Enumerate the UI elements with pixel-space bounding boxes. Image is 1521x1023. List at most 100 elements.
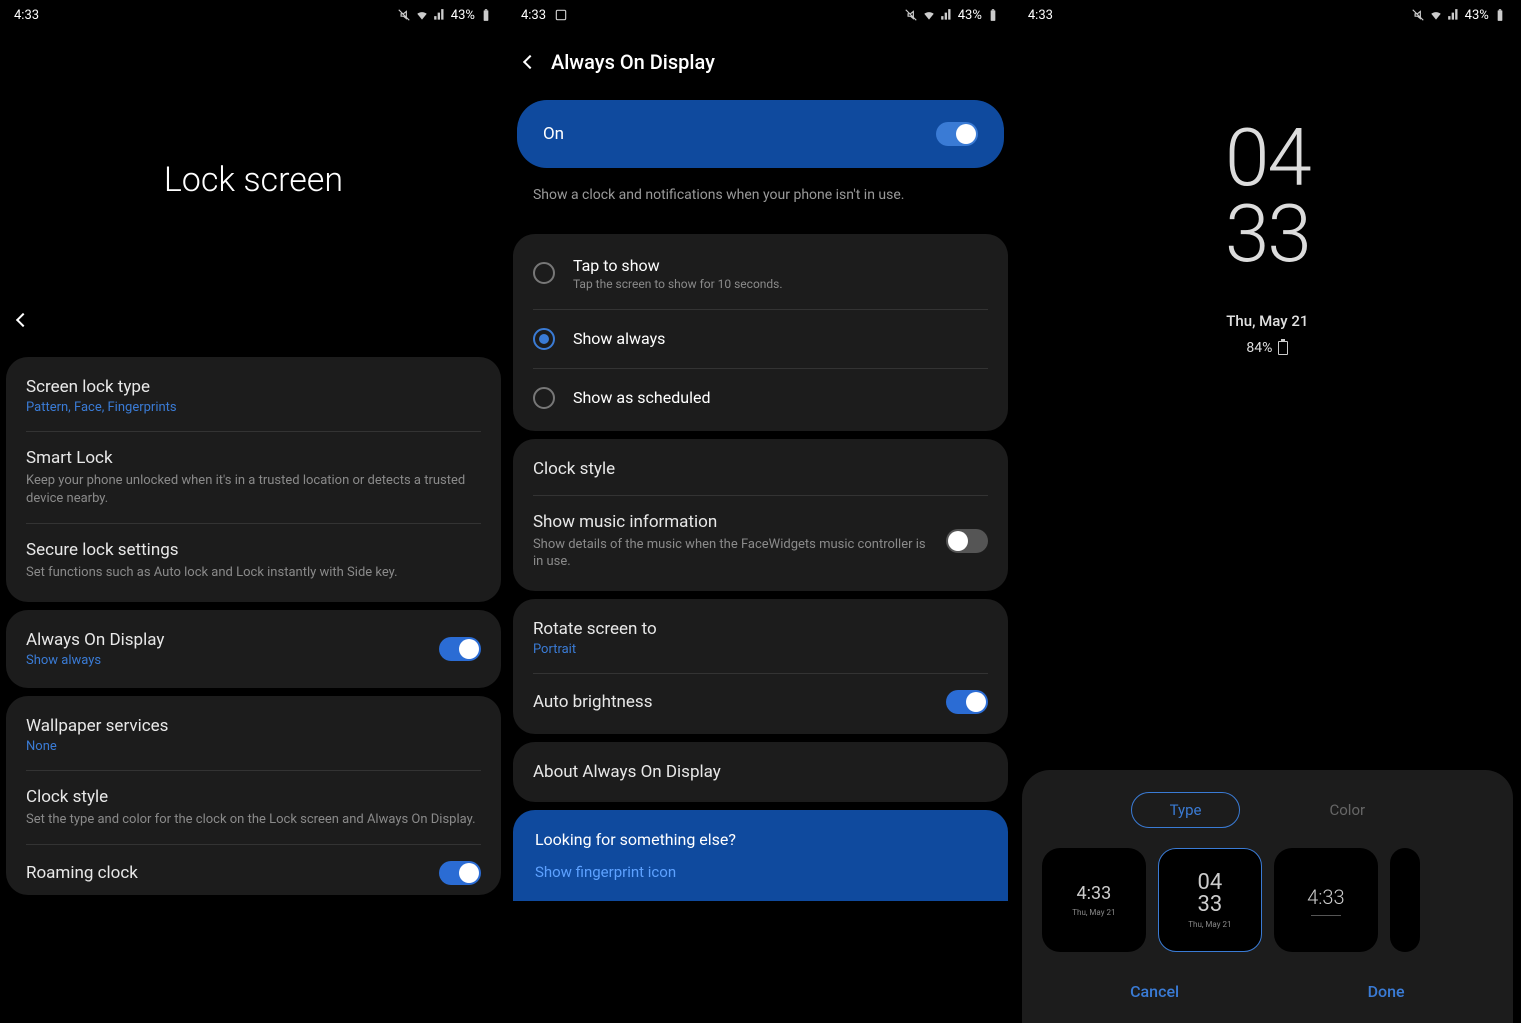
wifi-icon xyxy=(1429,8,1443,22)
settings-group-aod: Always On Display Show always xyxy=(6,610,501,688)
row-subtitle: Show details of the music when the FaceW… xyxy=(533,536,934,571)
row-title: Roaming clock xyxy=(26,863,138,883)
page-header: Always On Display xyxy=(507,30,1014,92)
radio-subtitle: Tap the screen to show for 10 seconds. xyxy=(573,277,783,291)
preview-date: Thu, May 21 xyxy=(1226,312,1308,330)
clock-style-option-3[interactable]: 4:33 xyxy=(1274,848,1378,952)
row-clock-style[interactable]: Clock style Set the type and color for t… xyxy=(6,771,501,845)
row-subtitle: Set the type and color for the clock on … xyxy=(26,811,481,829)
style-carousel[interactable]: 4:33 Thu, May 21 04 33 Thu, May 21 4:33 xyxy=(1036,848,1499,968)
row-clock-style[interactable]: Clock style xyxy=(513,443,1008,495)
settings-group-appearance: Wallpaper services None Clock style Set … xyxy=(6,696,501,896)
divider xyxy=(1311,915,1341,916)
radio-icon xyxy=(533,387,555,409)
status-time: 4:33 xyxy=(14,8,39,23)
settings-group-security: Screen lock type Pattern, Face, Fingerpr… xyxy=(6,357,501,602)
row-wallpaper-services[interactable]: Wallpaper services None xyxy=(6,700,501,770)
radio-tap-to-show[interactable]: Tap to show Tap the screen to show for 1… xyxy=(513,238,1008,309)
battery-icon xyxy=(1278,341,1288,355)
row-title: Screen lock type xyxy=(26,377,481,397)
settings-group-clock-music: Clock style Show music information Show … xyxy=(513,439,1008,591)
mute-icon xyxy=(904,8,918,22)
chevron-left-icon xyxy=(16,313,30,327)
screen-clock-style-picker: 4:33 43% 04 33 Thu, May 21 84% Type Colo… xyxy=(1014,0,1521,1023)
tile-sub: Thu, May 21 xyxy=(1188,920,1231,929)
row-title: Secure lock settings xyxy=(26,540,481,560)
row-subtitle: Show always xyxy=(26,653,164,668)
tab-color[interactable]: Color xyxy=(1290,792,1404,828)
status-battery-text: 43% xyxy=(958,8,982,23)
row-auto-brightness[interactable]: Auto brightness xyxy=(513,674,1008,730)
radio-group-display-mode: Tap to show Tap the screen to show for 1… xyxy=(513,234,1008,431)
tab-row: Type Color xyxy=(1036,792,1499,828)
tile-sub: Thu, May 21 xyxy=(1072,908,1115,917)
row-title: About Always On Display xyxy=(533,762,988,782)
settings-group-about: About Always On Display xyxy=(513,742,1008,802)
status-time: 4:33 xyxy=(521,8,546,23)
mute-icon xyxy=(1411,8,1425,22)
status-time: 4:33 xyxy=(1028,8,1053,23)
master-toggle-label: On xyxy=(543,124,564,144)
status-icons-right: 43% xyxy=(904,8,1000,23)
suggestions-card: Looking for something else? Show fingerp… xyxy=(513,810,1008,901)
row-title: Show music information xyxy=(533,512,934,532)
tile-time: 4:33 xyxy=(1307,885,1344,909)
preview-battery: 84% xyxy=(1246,340,1288,356)
signal-icon xyxy=(433,8,447,22)
radio-title: Tap to show xyxy=(573,256,783,275)
tile-time-h: 04 xyxy=(1198,872,1223,894)
row-roaming-clock[interactable]: Roaming clock xyxy=(6,845,501,891)
suggestion-link-fingerprint[interactable]: Show fingerprint icon xyxy=(535,863,986,881)
style-picker-panel: Type Color 4:33 Thu, May 21 04 33 Thu, M… xyxy=(1022,770,1513,1023)
battery-icon xyxy=(1493,8,1507,22)
master-toggle[interactable] xyxy=(936,122,978,146)
page-title: Always On Display xyxy=(551,50,715,74)
status-battery-text: 43% xyxy=(1465,8,1489,23)
screen-aod-settings: 4:33 43% Always On Display On Show a clo… xyxy=(507,0,1014,1023)
status-bar: 4:33 43% xyxy=(507,0,1014,30)
settings-group-display: Rotate screen to Portrait Auto brightnes… xyxy=(513,599,1008,734)
radio-title: Show as scheduled xyxy=(573,388,711,407)
radio-show-scheduled[interactable]: Show as scheduled xyxy=(513,369,1008,427)
aod-toggle[interactable] xyxy=(439,637,481,661)
row-secure-lock-settings[interactable]: Secure lock settings Set functions such … xyxy=(6,524,501,598)
row-subtitle: Pattern, Face, Fingerprints xyxy=(26,400,481,415)
tile-time: 4:33 xyxy=(1077,883,1112,904)
radio-icon xyxy=(533,262,555,284)
row-title: Rotate screen to xyxy=(533,619,988,639)
clock-style-option-1[interactable]: 4:33 Thu, May 21 xyxy=(1042,848,1146,952)
row-always-on-display[interactable]: Always On Display Show always xyxy=(6,614,501,684)
radio-show-always[interactable]: Show always xyxy=(513,310,1008,368)
signal-icon xyxy=(940,8,954,22)
cancel-button[interactable]: Cancel xyxy=(1130,982,1179,1001)
status-icons-right: 43% xyxy=(1411,8,1507,23)
done-button[interactable]: Done xyxy=(1368,982,1405,1001)
row-title: Clock style xyxy=(26,787,481,807)
back-button[interactable] xyxy=(0,300,507,349)
preview-battery-text: 84% xyxy=(1246,340,1272,356)
status-icons-right: 43% xyxy=(397,8,493,23)
master-toggle-row[interactable]: On xyxy=(517,100,1004,168)
clock-style-option-4[interactable] xyxy=(1390,848,1420,952)
row-smart-lock[interactable]: Smart Lock Keep your phone unlocked when… xyxy=(6,432,501,523)
tile-time-m: 33 xyxy=(1198,894,1223,916)
description-text: Show a clock and notifications when your… xyxy=(507,176,1014,226)
row-about-aod[interactable]: About Always On Display xyxy=(513,746,1008,798)
status-bar: 4:33 43% xyxy=(1014,0,1521,30)
row-title: Smart Lock xyxy=(26,448,481,468)
back-button[interactable] xyxy=(523,55,537,69)
tab-type[interactable]: Type xyxy=(1131,792,1241,828)
status-bar: 4:33 43% xyxy=(0,0,507,30)
row-screen-lock-type[interactable]: Screen lock type Pattern, Face, Fingerpr… xyxy=(6,361,501,431)
row-music-info[interactable]: Show music information Show details of t… xyxy=(513,496,1008,587)
music-toggle[interactable] xyxy=(946,529,988,553)
radio-icon xyxy=(533,328,555,350)
screen-lock-settings: 4:33 43% Lock screen Screen lock type Pa… xyxy=(0,0,507,1023)
row-rotate-screen[interactable]: Rotate screen to Portrait xyxy=(513,603,1008,673)
roaming-toggle[interactable] xyxy=(439,861,481,885)
screenshot-icon xyxy=(554,8,568,22)
autobright-toggle[interactable] xyxy=(946,690,988,714)
page-title: Lock screen xyxy=(0,30,507,300)
clock-style-option-2[interactable]: 04 33 Thu, May 21 xyxy=(1158,848,1262,952)
battery-icon xyxy=(479,8,493,22)
